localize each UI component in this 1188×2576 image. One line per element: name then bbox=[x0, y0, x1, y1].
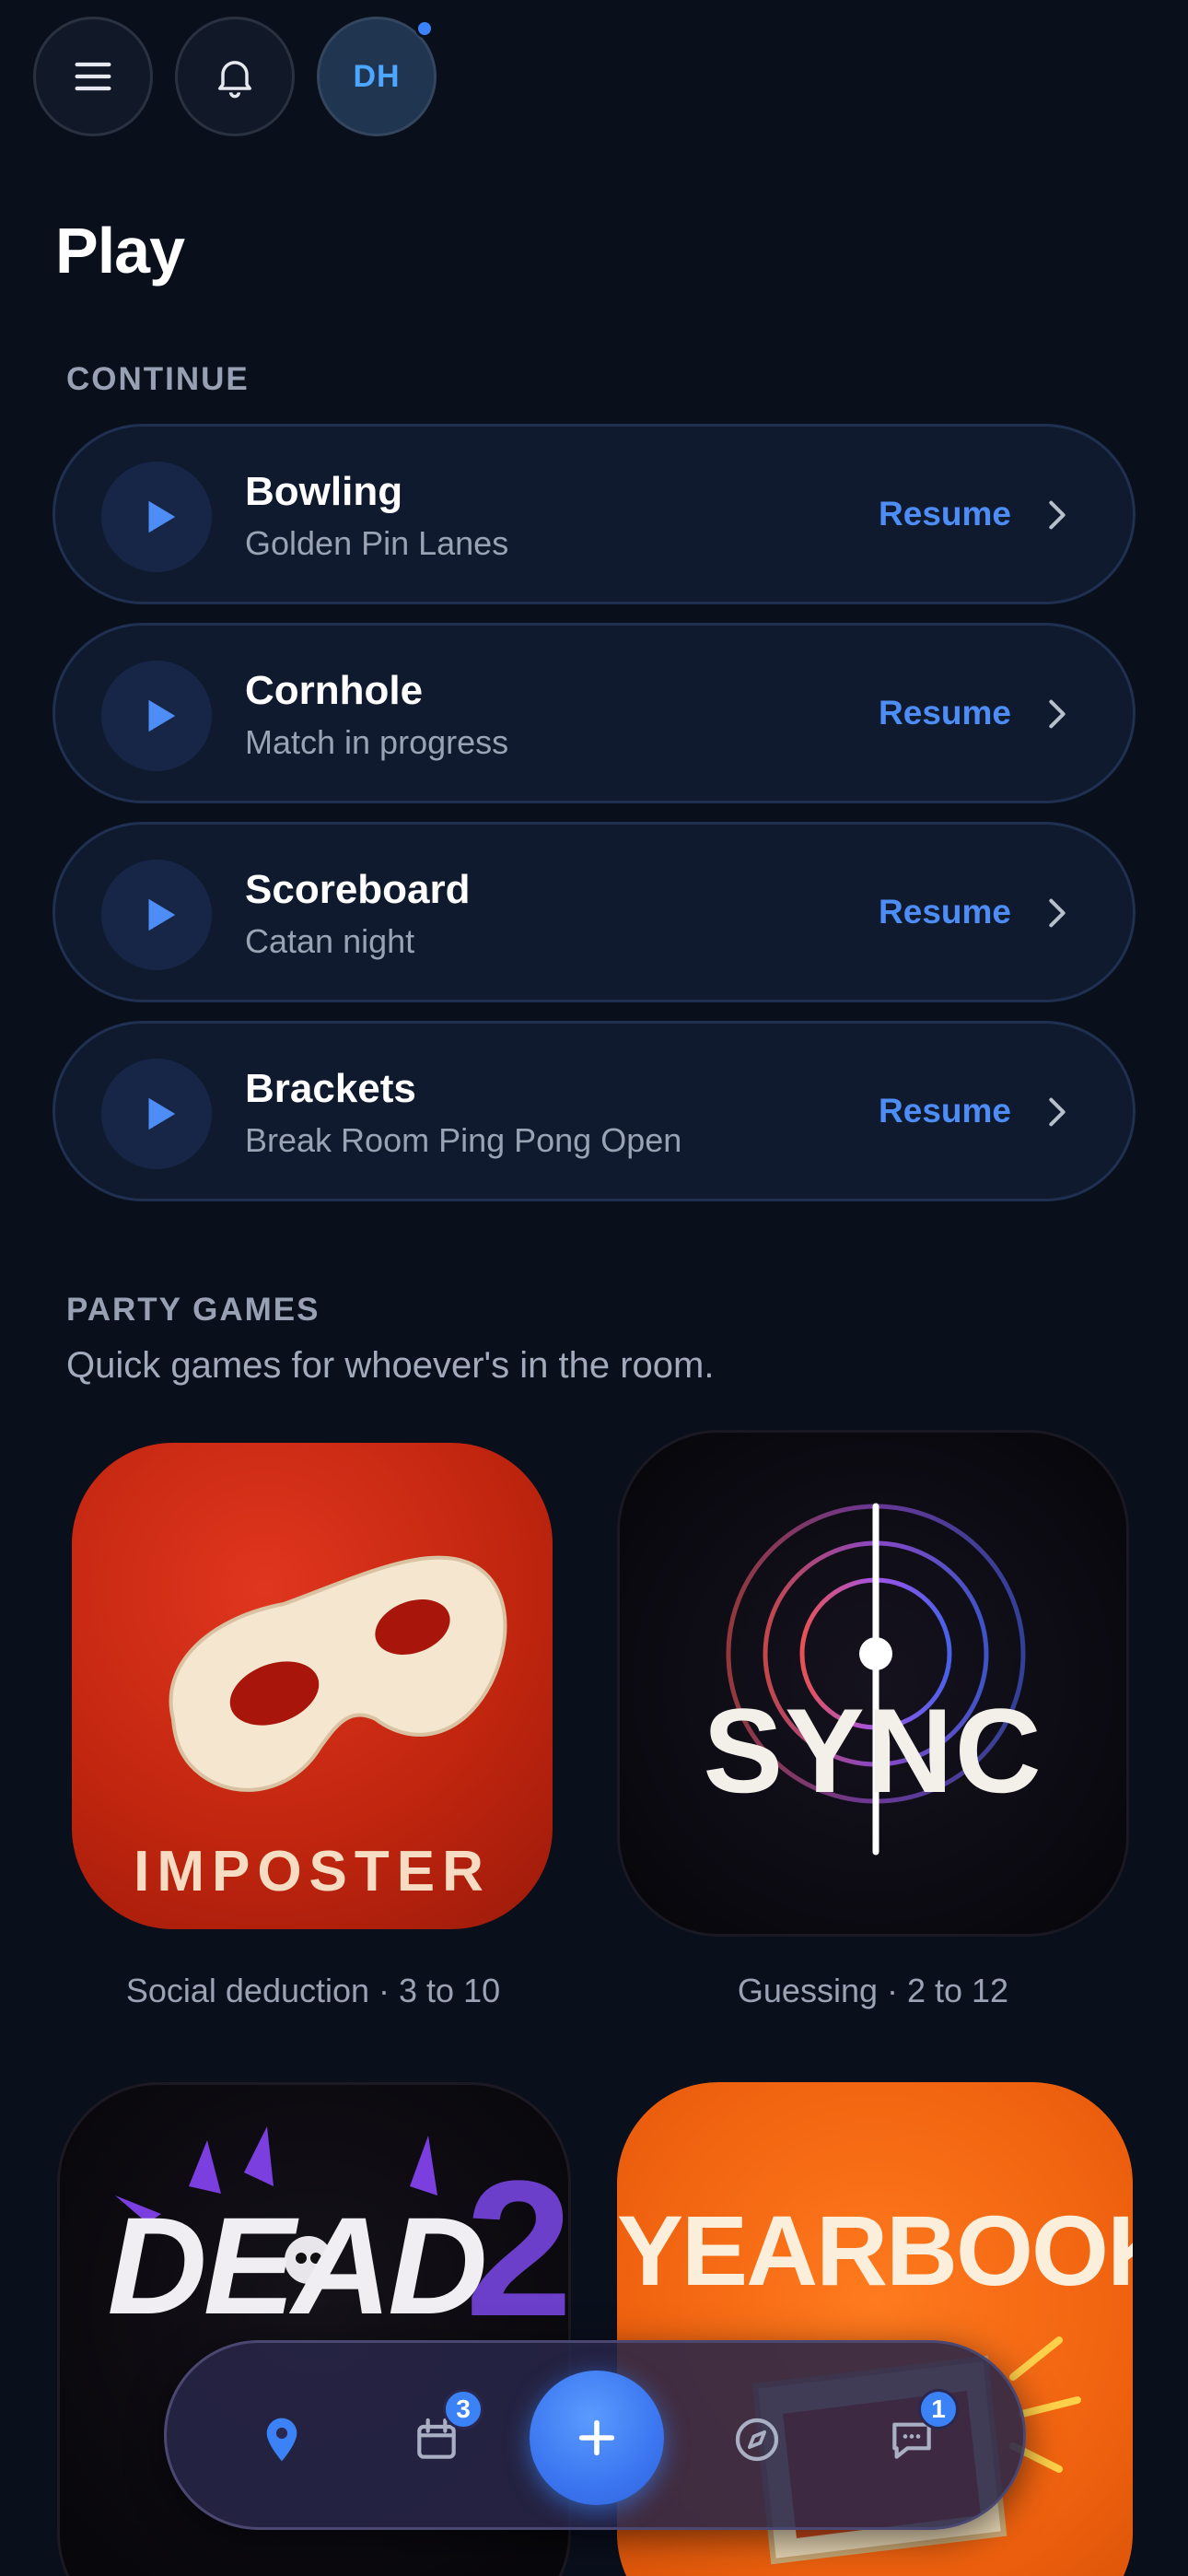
menu-button[interactable] bbox=[33, 17, 153, 136]
dead-logo-text: DEAD bbox=[107, 2188, 487, 2343]
nav-explore[interactable] bbox=[716, 2398, 798, 2481]
imposter-logo-text: IMPOSTER bbox=[134, 1840, 491, 1903]
resume-button[interactable]: Resume bbox=[879, 495, 1011, 533]
continue-subtitle: Golden Pin Lanes bbox=[245, 524, 509, 562]
bell-icon bbox=[218, 61, 251, 99]
nav-location[interactable] bbox=[240, 2398, 323, 2481]
continue-title: Scoreboard bbox=[245, 867, 471, 912]
continue-subtitle: Match in progress bbox=[245, 723, 509, 761]
play-button[interactable] bbox=[101, 1059, 212, 1169]
notifications-button[interactable] bbox=[175, 17, 295, 136]
yearbook-logo-text: YEARBOOK bbox=[617, 2195, 1133, 2306]
party-games-section-label: PARTY GAMES bbox=[66, 1292, 320, 1328]
avatar-initials: DH bbox=[353, 58, 401, 94]
chevron-right-icon bbox=[1049, 1097, 1066, 1127]
continue-list: Bowling Golden Pin Lanes Resume Cornhole… bbox=[52, 424, 1136, 1220]
chevron-right-icon bbox=[1049, 898, 1066, 928]
continue-card-scoreboard[interactable]: Scoreboard Catan night Resume bbox=[52, 822, 1136, 1002]
continue-subtitle: Break Room Ping Pong Open bbox=[245, 1121, 682, 1159]
continue-card-bowling[interactable]: Bowling Golden Pin Lanes Resume bbox=[52, 424, 1136, 604]
messages-badge: 1 bbox=[918, 2389, 959, 2430]
play-icon bbox=[148, 898, 176, 931]
compass-icon bbox=[735, 2418, 779, 2462]
add-button[interactable] bbox=[530, 2371, 664, 2505]
plus-icon bbox=[578, 2419, 615, 2456]
game-caption-sync: Guessing · 2 to 12 bbox=[737, 1972, 1009, 2009]
continue-title: Brackets bbox=[245, 1066, 416, 1111]
nav-calendar[interactable]: 3 bbox=[395, 2389, 483, 2481]
nav-messages[interactable]: 1 bbox=[870, 2389, 959, 2481]
continue-card-brackets[interactable]: Brackets Break Room Ping Pong Open Resum… bbox=[52, 1021, 1136, 1201]
calendar-badge: 3 bbox=[443, 2389, 483, 2430]
game-tile-imposter[interactable]: IMPOSTER bbox=[72, 1443, 553, 1929]
avatar-button[interactable]: DH bbox=[317, 17, 437, 136]
resume-button[interactable]: Resume bbox=[879, 1092, 1011, 1130]
play-icon bbox=[148, 1097, 176, 1130]
play-icon bbox=[148, 699, 176, 732]
sync-logo-text: SYNC bbox=[703, 1683, 1043, 1818]
avatar-status-dot bbox=[415, 19, 434, 38]
chevron-right-icon bbox=[1049, 500, 1066, 530]
play-icon bbox=[148, 500, 176, 533]
game-tile-sync[interactable]: SYNC bbox=[617, 1430, 1129, 1937]
resume-button[interactable]: Resume bbox=[879, 893, 1011, 931]
hamburger-menu-icon bbox=[75, 62, 111, 91]
play-button[interactable] bbox=[101, 661, 212, 771]
continue-subtitle: Catan night bbox=[245, 922, 415, 960]
continue-section-label: CONTINUE bbox=[66, 361, 250, 397]
top-bar: DH bbox=[33, 17, 437, 136]
page-title: Play bbox=[55, 215, 185, 287]
bottom-nav: 3 1 bbox=[164, 2340, 1026, 2530]
play-screen: DH Play CONTINUE Bowling Golden Pin Lane… bbox=[0, 0, 1188, 2576]
play-button[interactable] bbox=[101, 462, 212, 572]
party-games-subtitle: Quick games for whoever's in the room. bbox=[66, 1345, 715, 1386]
resume-button[interactable]: Resume bbox=[879, 694, 1011, 732]
game-caption-imposter: Social deduction · 3 to 10 bbox=[125, 1972, 501, 2009]
continue-card-cornhole[interactable]: Cornhole Match in progress Resume bbox=[52, 623, 1136, 803]
play-button[interactable] bbox=[101, 860, 212, 970]
chevron-right-icon bbox=[1049, 699, 1066, 729]
continue-title: Bowling bbox=[245, 469, 403, 514]
continue-title: Cornhole bbox=[245, 668, 424, 713]
location-pin-icon bbox=[266, 2418, 297, 2462]
